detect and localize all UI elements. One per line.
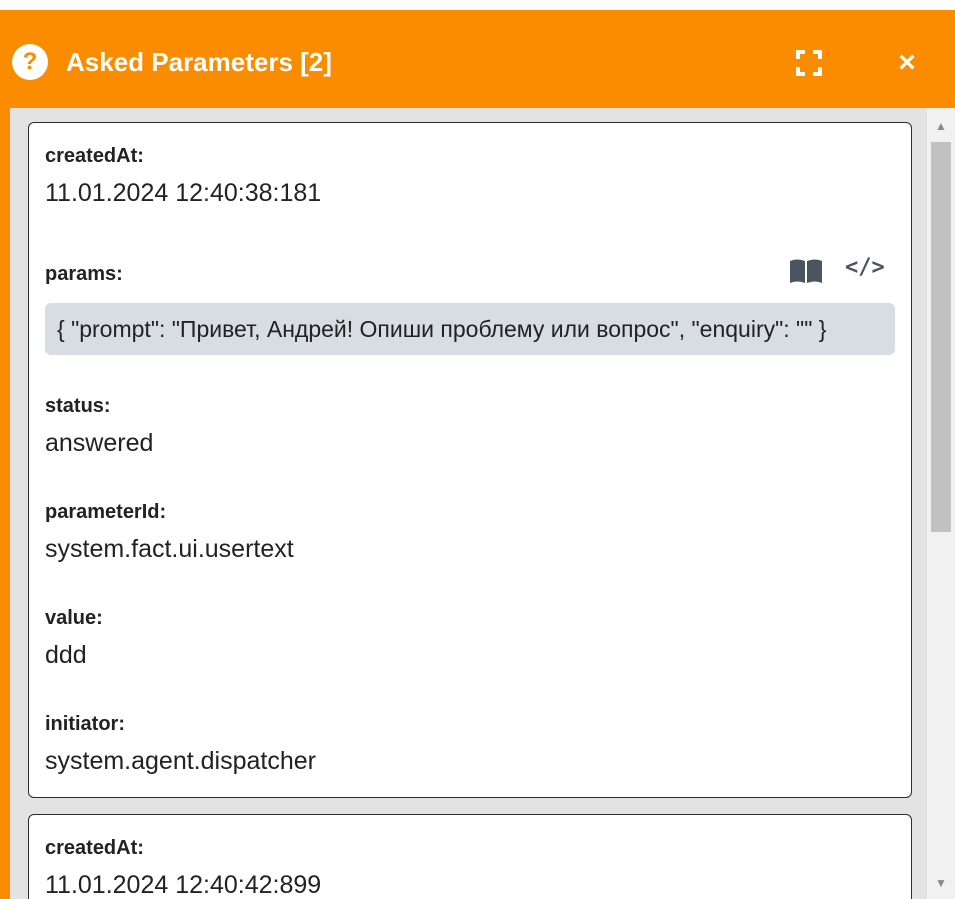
scroll-down-arrow-icon[interactable]: ▼ (927, 871, 955, 895)
scroll-up-arrow-icon[interactable]: ▲ (927, 114, 955, 138)
parameter-id-value: system.fact.ui.usertext (45, 535, 294, 563)
book-icon[interactable] (789, 257, 823, 285)
help-icon[interactable]: ? (12, 44, 48, 80)
window-header: ? Asked Parameters [2] × (8, 10, 955, 108)
initiator-label: initiator: (45, 713, 125, 735)
scrollbar-thumb[interactable] (931, 142, 951, 532)
status-label: status: (45, 395, 111, 417)
created-at-value: 11.01.2024 12:40:42:899 (45, 871, 322, 899)
asked-parameters-window: ? Asked Parameters [2] × createdAt: 11.0… (0, 10, 955, 899)
initiator-value: system.agent.dispatcher (45, 747, 316, 775)
params-label: params: (45, 263, 123, 285)
close-icon[interactable]: × (892, 48, 922, 78)
window-title: Asked Parameters [2] (66, 47, 332, 77)
parameter-card: createdAt: 11.01.2024 12:40:38:181 param… (28, 122, 912, 798)
parameter-id-label: parameterId: (45, 501, 167, 523)
params-json-value[interactable]: { "prompt": "Привет, Андрей! Опиши пробл… (45, 303, 895, 355)
fullscreen-icon[interactable] (796, 50, 822, 76)
created-at-label: createdAt: (45, 837, 144, 859)
parameter-card: createdAt: 11.01.2024 12:40:42:899 (28, 814, 912, 899)
code-icon[interactable]: </> (845, 255, 885, 285)
created-at-value: 11.01.2024 12:40:38:181 (45, 179, 322, 207)
status-value: answered (45, 429, 154, 457)
parameters-list[interactable]: createdAt: 11.01.2024 12:40:38:181 param… (10, 108, 955, 899)
value-value: ddd (45, 641, 87, 669)
value-label: value: (45, 607, 103, 629)
params-actions: </> (789, 255, 889, 287)
vertical-scrollbar[interactable]: ▲ ▼ (927, 108, 955, 899)
created-at-label: createdAt: (45, 145, 144, 167)
